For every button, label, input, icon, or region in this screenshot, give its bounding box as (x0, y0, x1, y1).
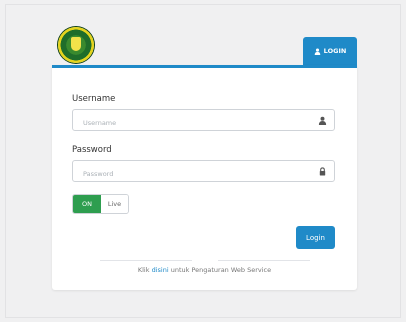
toggle-live-option[interactable]: Live (101, 195, 128, 213)
institution-logo (58, 27, 94, 63)
divider-right (218, 260, 310, 261)
password-field[interactable] (72, 160, 335, 184)
footer-suffix: untuk Pengaturan Web Service (168, 266, 272, 274)
user-icon (318, 116, 327, 125)
footer-prefix: Klik (137, 266, 152, 274)
user-icon (314, 48, 320, 55)
username-field[interactable] (72, 109, 335, 133)
lock-icon (319, 167, 326, 176)
password-label: Password (72, 145, 112, 155)
toggle-on-option[interactable]: ON (73, 195, 101, 213)
password-input[interactable] (73, 164, 334, 184)
login-button[interactable]: Login (296, 226, 335, 249)
tab-login-label: LOGIN (323, 47, 347, 55)
mode-toggle[interactable]: ON Live (72, 194, 129, 214)
divider-left (100, 260, 192, 261)
username-input[interactable] (73, 113, 334, 133)
web-service-note: Klik disini untuk Pengaturan Web Service (52, 266, 357, 274)
tab-login[interactable]: LOGIN (303, 37, 357, 65)
username-label: Username (72, 94, 116, 104)
settings-link[interactable]: disini (152, 266, 169, 274)
login-card: Username Password ON Live Login Klik dis… (52, 65, 357, 290)
